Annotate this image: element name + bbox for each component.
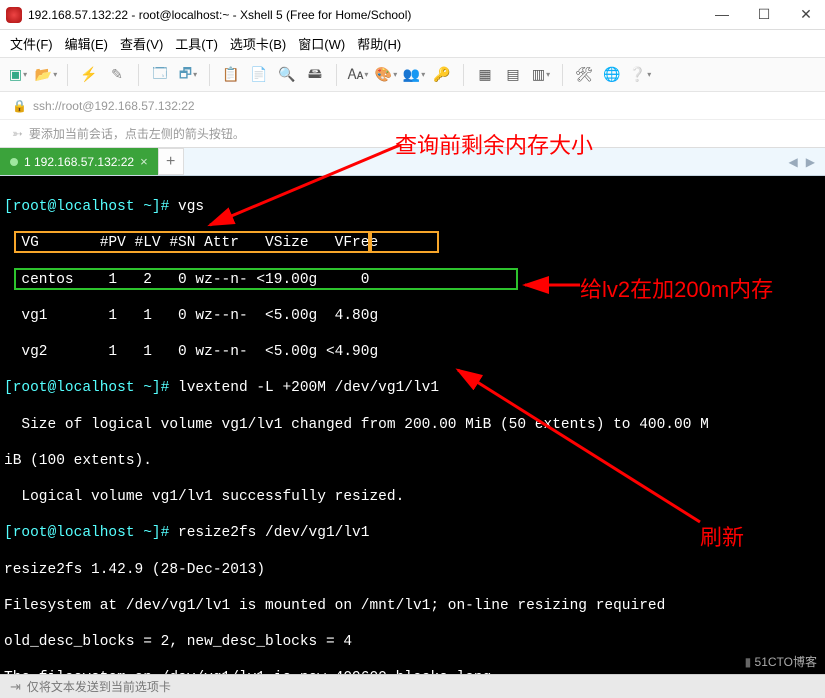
resize2fs-out-2: Filesystem at /dev/vg1/lv1 is mounted on… <box>4 597 821 615</box>
vgs-row-vg2: vg2 1 1 0 wz--n- <5.00g <4.90g <box>4 343 821 361</box>
properties-button[interactable]: 🗔 <box>150 65 170 85</box>
key-button[interactable]: 🔑 <box>432 65 452 85</box>
globe-button[interactable]: 🌐 <box>602 65 622 85</box>
help-button[interactable]: ❔▾ <box>630 65 650 85</box>
vgs-row-centos: centos 1 2 0 wz--n- <19.00g 0 <box>4 271 821 289</box>
menu-window[interactable]: 窗口(W) <box>298 34 345 53</box>
tab-bar: 1 192.168.57.132:22 × + ◀ ▶ <box>0 148 825 176</box>
title-bar: 192.168.57.132:22 - root@localhost:~ - X… <box>0 0 825 30</box>
settings-button[interactable]: 🛠 <box>574 65 594 85</box>
disconnect-button[interactable]: ✎ <box>107 65 127 85</box>
resize2fs-out-3: old_desc_blocks = 2, new_desc_blocks = 4 <box>4 633 821 651</box>
menu-file[interactable]: 文件(F) <box>10 34 53 53</box>
new-tab-button[interactable]: + <box>158 148 184 175</box>
users-button[interactable]: 👥▾ <box>404 65 424 85</box>
layout3-button[interactable]: ▥▾ <box>531 65 551 85</box>
session-tab[interactable]: 1 192.168.57.132:22 × <box>0 148 158 175</box>
minimize-button[interactable]: — <box>709 6 735 23</box>
tabs-scroll-right-icon[interactable]: ▶ <box>806 155 815 169</box>
layout1-button[interactable]: ▦ <box>475 65 495 85</box>
status-text: 仅将文本发送到当前选项卡 <box>27 678 171 695</box>
prompt: [root@localhost ~]# <box>4 525 178 541</box>
menu-bar: 文件(F) 编辑(E) 查看(V) 工具(T) 选项卡(B) 窗口(W) 帮助(… <box>0 30 825 58</box>
tab-close-icon[interactable]: × <box>140 154 148 169</box>
send-icon[interactable]: ⇥ <box>10 679 21 695</box>
tab-label: 1 192.168.57.132:22 <box>24 155 134 169</box>
watermark: ▮ 51CTO博客 <box>745 653 817 670</box>
lvextend-out-2: iB (100 extents). <box>4 452 821 470</box>
hint-arrow-icon[interactable]: ➳ <box>12 126 23 142</box>
new-session-button[interactable]: ▣▾ <box>8 65 28 85</box>
copy-button[interactable]: 📋 <box>221 65 241 85</box>
address-bar: 🔒 ssh://root@192.168.57.132:22 <box>0 92 825 120</box>
color-button[interactable]: 🎨▾ <box>376 65 396 85</box>
lvextend-out-1: Size of logical volume vg1/lv1 changed f… <box>4 416 821 434</box>
paste-button[interactable]: 📄 <box>249 65 269 85</box>
menu-view[interactable]: 查看(V) <box>120 34 163 53</box>
tab-status-dot-icon <box>10 158 18 166</box>
tabs-scroll-left-icon[interactable]: ◀ <box>789 155 798 169</box>
cmd-lvextend: lvextend -L +200M /dev/vg1/lv1 <box>178 380 439 396</box>
menu-tabs[interactable]: 选项卡(B) <box>230 34 286 53</box>
open-button[interactable]: 📂▾ <box>36 65 56 85</box>
lvextend-out-3: Logical volume vg1/lv1 successfully resi… <box>4 488 821 506</box>
hint-text: 要添加当前会话，点击左侧的箭头按钮。 <box>29 125 245 142</box>
prompt: [root@localhost ~]# <box>4 199 178 215</box>
hint-bar: ➳ 要添加当前会话，点击左侧的箭头按钮。 <box>0 120 825 148</box>
menu-edit[interactable]: 编辑(E) <box>65 34 108 53</box>
print-button[interactable]: 🖴 <box>305 65 325 85</box>
cmd-resize2fs: resize2fs /dev/vg1/lv1 <box>178 525 369 541</box>
vgs-header: VG #PV #LV #SN Attr VSize VFree <box>4 234 821 252</box>
terminal[interactable]: [root@localhost ~]# vgs VG #PV #LV #SN A… <box>0 176 825 676</box>
layout2-button[interactable]: ▤ <box>503 65 523 85</box>
reconnect-button[interactable]: ⚡ <box>79 65 99 85</box>
app-icon <box>6 7 22 23</box>
vgs-row-vg1: vg1 1 1 0 wz--n- <5.00g 4.80g <box>4 307 821 325</box>
font-button[interactable]: 🗛▾ <box>348 65 368 85</box>
toolbar: ▣▾ 📂▾ ⚡ ✎ 🗔 🗗▾ 📋 📄 🔍 🖴 🗛▾ 🎨▾ 👥▾ 🔑 ▦ ▤ ▥▾… <box>0 58 825 92</box>
window-title: 192.168.57.132:22 - root@localhost:~ - X… <box>28 8 411 22</box>
prompt: [root@localhost ~]# <box>4 380 178 396</box>
menu-tools[interactable]: 工具(T) <box>175 34 218 53</box>
close-button[interactable]: ✕ <box>793 6 819 23</box>
find-button[interactable]: 🔍 <box>277 65 297 85</box>
cmd-vgs: vgs <box>178 199 204 215</box>
status-bar: ⇥ 仅将文本发送到当前选项卡 <box>0 674 825 698</box>
maximize-button[interactable]: ☐ <box>751 6 777 23</box>
resize2fs-out-1: resize2fs 1.42.9 (28-Dec-2013) <box>4 561 821 579</box>
lock-icon: 🔒 <box>12 99 27 113</box>
address-url[interactable]: ssh://root@192.168.57.132:22 <box>33 99 195 113</box>
transfer-button[interactable]: 🗗▾ <box>178 65 198 85</box>
menu-help[interactable]: 帮助(H) <box>357 34 401 53</box>
